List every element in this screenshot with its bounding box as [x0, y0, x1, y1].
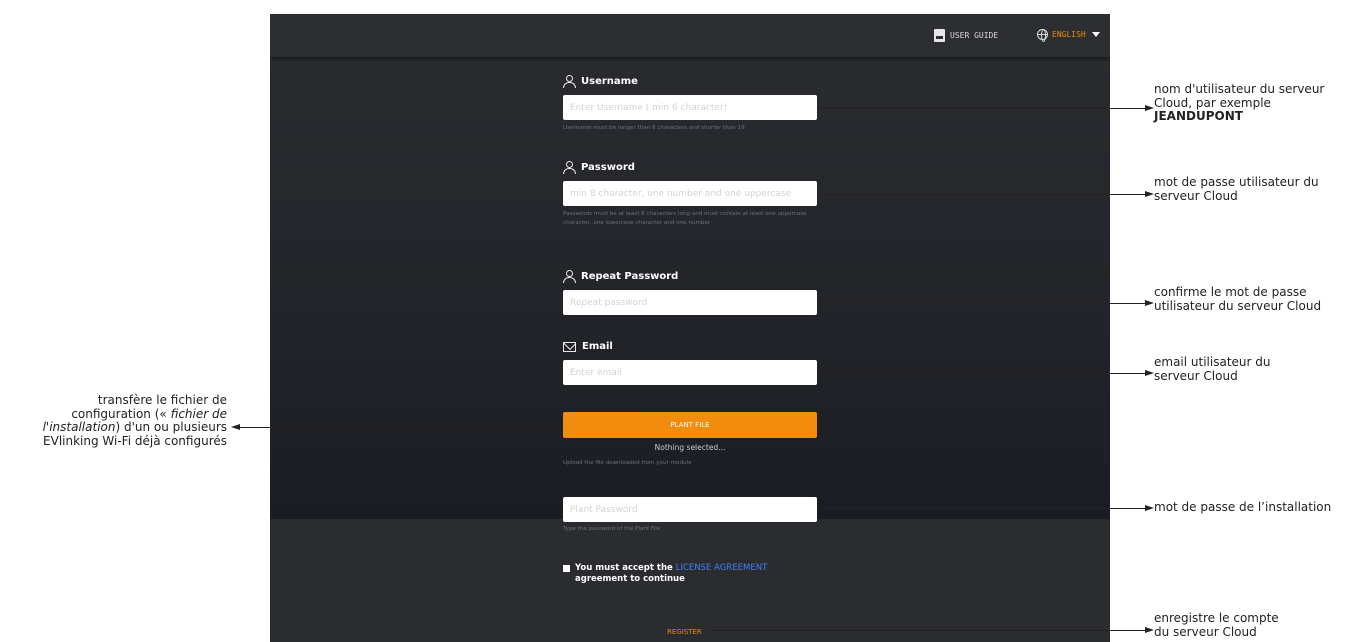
annotation-line: serveur Cloud [1154, 368, 1238, 383]
plant-file-hint: Upload the file downloaded from your mod… [563, 460, 692, 466]
password-hint: Passwords must be at least 8 characters … [563, 211, 807, 226]
password-leader-line [818, 194, 1145, 195]
username-input[interactable] [563, 95, 817, 120]
license-text: You must accept the LICENSE AGREEMENT ag… [575, 563, 767, 585]
password-input[interactable] [563, 181, 817, 206]
email-leader-line [818, 373, 1145, 374]
annotation-line: Cloud, par exemple [1154, 95, 1271, 110]
arrow-right-icon [1145, 191, 1154, 197]
document-icon [934, 29, 945, 42]
annotation-italic: l'installation [42, 420, 116, 434]
repeat-password-label-row: Repeat Password [563, 270, 679, 283]
license-prefix: You must accept the [575, 563, 673, 573]
mail-icon [563, 341, 576, 352]
username-leader-line [818, 108, 1145, 109]
repeat-leader-line [818, 303, 1145, 304]
annotation-text: ) d'un ou plusieurs [115, 420, 227, 434]
plant-password-input[interactable] [563, 497, 817, 522]
plant-password-leader-line [818, 508, 1145, 509]
arrow-right-icon [1145, 505, 1154, 511]
license-agreement-link[interactable]: LICENSE AGREEMENT [676, 563, 768, 573]
annotation-italic: fichier de [170, 406, 227, 421]
annotation-line: nom d'utilisateur du serveur [1154, 82, 1325, 96]
annotation-line: utilisateur du serveur Cloud [1154, 298, 1322, 313]
language-label: ENGLISH [1052, 30, 1086, 39]
annotation-line: mot de passe utilisateur du [1154, 175, 1319, 189]
plant-file-status: Nothing selected... [654, 443, 726, 452]
email-annotation: email utilisateur du serveur Cloud [1154, 355, 1271, 383]
annotation-line: mot de passe de l’installation [1154, 500, 1332, 514]
register-button[interactable]: REGISTER [667, 628, 702, 636]
annotation-line: email utilisateur du [1154, 355, 1271, 369]
annotation-line: transfère le fichier de [97, 393, 227, 407]
user-icon [563, 75, 576, 88]
annotation-line: enregistre le compte [1154, 611, 1279, 625]
password-label: Password [581, 161, 635, 173]
arrow-right-icon [1145, 627, 1154, 633]
annotation-line: EVlinking Wi-Fi déjà configurés [43, 433, 227, 448]
annotation-example: JEANDUPONT [1154, 109, 1243, 123]
plant-password-hint: Type the password of the Plant File [563, 526, 661, 532]
email-label-row: Email [563, 341, 613, 352]
repeat-password-annotation: confirme le mot de passe utilisateur du … [1154, 285, 1322, 313]
username-annotation: nom d'utilisateur du serveur Cloud, par … [1154, 82, 1325, 124]
register-annotation: enregistre le compte du serveur Cloud [1154, 611, 1279, 639]
plant-password-annotation: mot de passe de l’installation [1154, 500, 1332, 515]
register-leader-line [710, 630, 1145, 631]
annotation-line: serveur Cloud [1154, 188, 1238, 203]
annotation-line: du serveur Cloud [1154, 624, 1257, 639]
arrow-right-icon [1145, 300, 1154, 306]
language-selector[interactable]: ENGLISH [1037, 29, 1100, 42]
plant-file-annotation: transfère le fichier de configuration («… [0, 393, 227, 448]
username-label-row: Username [563, 75, 638, 88]
password-label-row: Password [563, 161, 635, 174]
user-guide-label: USER GUIDE [950, 31, 999, 40]
caret-down-icon [1091, 32, 1100, 37]
globe-icon [1037, 29, 1048, 42]
arrow-right-icon [1145, 370, 1154, 376]
repeat-password-input[interactable] [563, 290, 817, 315]
plant-file-button[interactable]: PLANT FILE [563, 412, 817, 438]
annotation-text: configuration (« [71, 406, 171, 421]
username-hint: Username must be longer than 6 character… [563, 125, 745, 131]
username-label: Username [581, 75, 638, 87]
top-bar: USER GUIDE ENGLISH [270, 14, 1110, 57]
arrow-left-icon [231, 424, 240, 430]
email-input[interactable] [563, 360, 817, 385]
email-label: Email [582, 341, 613, 352]
user-guide-link[interactable]: USER GUIDE [934, 29, 998, 42]
user-icon [563, 161, 576, 174]
user-icon [563, 270, 576, 283]
license-checkbox[interactable] [563, 565, 570, 572]
arrow-right-icon [1145, 105, 1154, 111]
plant-file-leader-line [240, 427, 563, 428]
license-suffix: agreement to continue [575, 574, 685, 584]
annotation-line: confirme le mot de passe [1154, 285, 1307, 299]
license-row: You must accept the LICENSE AGREEMENT ag… [563, 563, 767, 585]
repeat-password-label: Repeat Password [581, 270, 679, 282]
password-annotation: mot de passe utilisateur du serveur Clou… [1154, 175, 1319, 203]
